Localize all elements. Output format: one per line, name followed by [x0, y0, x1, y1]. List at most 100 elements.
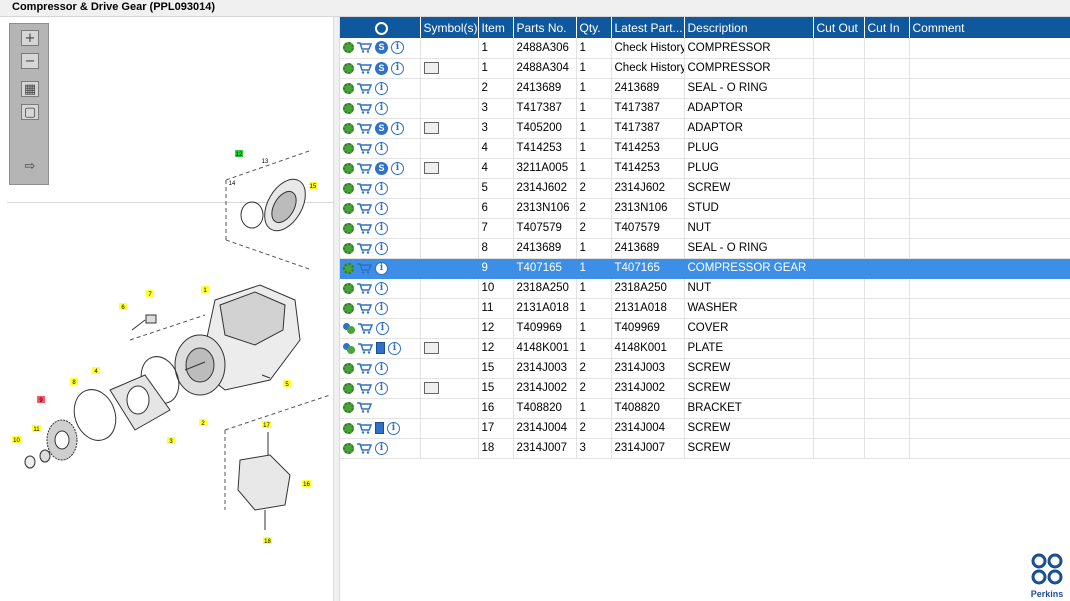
info-icon[interactable]: i — [375, 201, 388, 215]
cart-icon[interactable] — [357, 442, 373, 454]
cart-icon[interactable] — [357, 182, 373, 194]
table-row[interactable]: Si 1 2488A306 1 Check History COMPRESSOR — [340, 38, 1070, 59]
info-icon[interactable]: i — [375, 101, 388, 115]
table-row[interactable]: i 7 T407579 2 T407579 NUT — [340, 218, 1070, 239]
info-icon[interactable]: i — [375, 81, 388, 95]
info-icon[interactable]: i — [391, 61, 404, 75]
table-row[interactable]: i 6 2313N106 2 2313N106 STUD — [340, 198, 1070, 219]
zoom-in-icon[interactable]: + — [21, 30, 39, 46]
symbol-icon[interactable] — [423, 381, 439, 394]
table-row[interactable]: i 12 4148K001 1 4148K001 PLATE — [340, 338, 1070, 359]
gear-icon[interactable] — [343, 42, 354, 54]
column-header-symbols[interactable]: Symbol(s) — [420, 17, 479, 38]
symbol-icon[interactable] — [423, 161, 439, 174]
table-row[interactable]: 16 T408820 1 T408820 BRACKET — [340, 398, 1070, 419]
gear-icon[interactable] — [343, 242, 354, 254]
cart-icon[interactable] — [357, 242, 373, 254]
gear-icon[interactable] — [343, 82, 354, 94]
cart-icon[interactable] — [357, 162, 373, 174]
service-letter-icon[interactable]: S — [375, 121, 388, 135]
info-icon[interactable]: i — [375, 441, 388, 455]
cart-icon[interactable] — [357, 42, 373, 53]
column-header-cut-out[interactable]: Cut Out — [813, 17, 865, 38]
info-icon[interactable]: i — [375, 241, 388, 255]
cart-icon[interactable] — [357, 402, 373, 414]
gear-icon[interactable] — [343, 162, 354, 174]
symbol-icon[interactable] — [423, 341, 439, 354]
table-row[interactable]: Si 3 T405200 1 T417387 ADAPTOR — [340, 118, 1070, 139]
table-row[interactable]: i 10 2318A250 1 2318A250 NUT — [340, 278, 1070, 299]
fit-all-icon[interactable]: ▦ — [21, 81, 39, 97]
column-header-latest-part[interactable]: Latest Part... — [611, 17, 685, 38]
info-icon[interactable]: i — [375, 281, 388, 295]
multi-gear-icon[interactable] — [343, 322, 355, 334]
cart-icon[interactable] — [357, 382, 373, 394]
table-row[interactable]: i 9 T407165 1 T407165 COMPRESSOR GEAR — [340, 258, 1070, 279]
table-row[interactable]: i 3 T417387 1 T417387 ADAPTOR — [340, 98, 1070, 119]
cart-icon[interactable] — [357, 142, 373, 154]
gear-icon[interactable] — [343, 62, 354, 74]
column-header-actions[interactable] — [340, 17, 421, 38]
pane-splitter[interactable] — [333, 17, 340, 601]
info-icon[interactable]: i — [375, 381, 388, 395]
info-icon[interactable]: i — [391, 121, 404, 135]
book-icon[interactable] — [376, 342, 385, 354]
table-row[interactable]: i 15 2314J002 2 2314J002 SCREW — [340, 378, 1070, 399]
actual-size-icon[interactable]: ▢ — [21, 104, 39, 120]
service-letter-icon[interactable]: S — [375, 61, 388, 75]
info-icon[interactable]: i — [375, 181, 388, 195]
column-header-parts-no[interactable]: Parts No. — [513, 17, 577, 38]
info-icon[interactable]: i — [391, 41, 404, 55]
multi-gear-icon[interactable] — [343, 342, 355, 354]
gear-icon[interactable] — [343, 262, 354, 274]
search-parts-icon[interactable] — [374, 21, 388, 35]
gear-icon[interactable] — [343, 202, 354, 214]
gear-icon[interactable] — [343, 122, 354, 134]
gear-icon[interactable] — [343, 422, 354, 434]
cart-icon[interactable] — [357, 82, 373, 94]
table-row[interactable]: Si 4 3211A005 1 T414253 PLUG — [340, 158, 1070, 179]
table-row[interactable]: i 18 2314J007 3 2314J007 SCREW — [340, 438, 1070, 459]
gear-icon[interactable] — [343, 282, 354, 294]
table-row[interactable]: i 2 2413689 1 2413689 SEAL - O RING — [340, 78, 1070, 99]
cart-icon[interactable] — [357, 122, 373, 134]
cart-icon[interactable] — [357, 62, 373, 74]
cart-icon[interactable] — [357, 302, 373, 314]
zoom-out-icon[interactable]: − — [21, 53, 39, 69]
cart-icon[interactable] — [357, 222, 373, 234]
cart-icon[interactable] — [357, 102, 373, 114]
info-icon[interactable]: i — [388, 341, 401, 355]
service-letter-icon[interactable]: S — [375, 161, 388, 175]
table-row[interactable]: i 15 2314J003 2 2314J003 SCREW — [340, 358, 1070, 379]
info-icon[interactable]: i — [375, 361, 388, 375]
info-icon[interactable]: i — [375, 141, 388, 155]
table-row[interactable]: i 11 2131A018 1 2131A018 WASHER — [340, 298, 1070, 319]
cart-icon[interactable] — [357, 202, 373, 214]
book-icon[interactable] — [375, 422, 384, 434]
table-row[interactable]: i 17 2314J004 2 2314J004 SCREW — [340, 418, 1070, 439]
gear-icon[interactable] — [343, 142, 354, 154]
table-row[interactable]: Si 1 2488A304 1 Check History COMPRESSOR — [340, 58, 1070, 79]
gear-icon[interactable] — [343, 102, 354, 114]
symbol-icon[interactable] — [423, 61, 439, 74]
column-header-qty[interactable]: Qty. — [576, 17, 612, 38]
info-icon[interactable]: i — [387, 421, 400, 435]
symbol-icon[interactable] — [423, 121, 439, 134]
cart-icon[interactable] — [358, 322, 374, 334]
cart-icon[interactable] — [357, 362, 373, 374]
info-icon[interactable]: i — [391, 161, 404, 175]
gear-icon[interactable] — [343, 442, 354, 454]
table-row[interactable]: i 4 T414253 1 T414253 PLUG — [340, 138, 1070, 159]
cart-icon[interactable] — [358, 342, 374, 354]
gear-icon[interactable] — [343, 362, 354, 374]
cart-icon[interactable] — [357, 422, 373, 434]
gear-icon[interactable] — [343, 302, 354, 314]
cart-icon[interactable] — [357, 262, 373, 274]
table-row[interactable]: i 5 2314J602 2 2314J602 SCREW — [340, 178, 1070, 199]
info-icon[interactable]: i — [375, 261, 388, 275]
service-letter-icon[interactable]: S — [375, 41, 388, 55]
table-row[interactable]: i 8 2413689 1 2413689 SEAL - O RING — [340, 238, 1070, 259]
column-header-item[interactable]: Item — [478, 17, 514, 38]
info-icon[interactable]: i — [375, 301, 388, 315]
gear-icon[interactable] — [343, 382, 354, 394]
